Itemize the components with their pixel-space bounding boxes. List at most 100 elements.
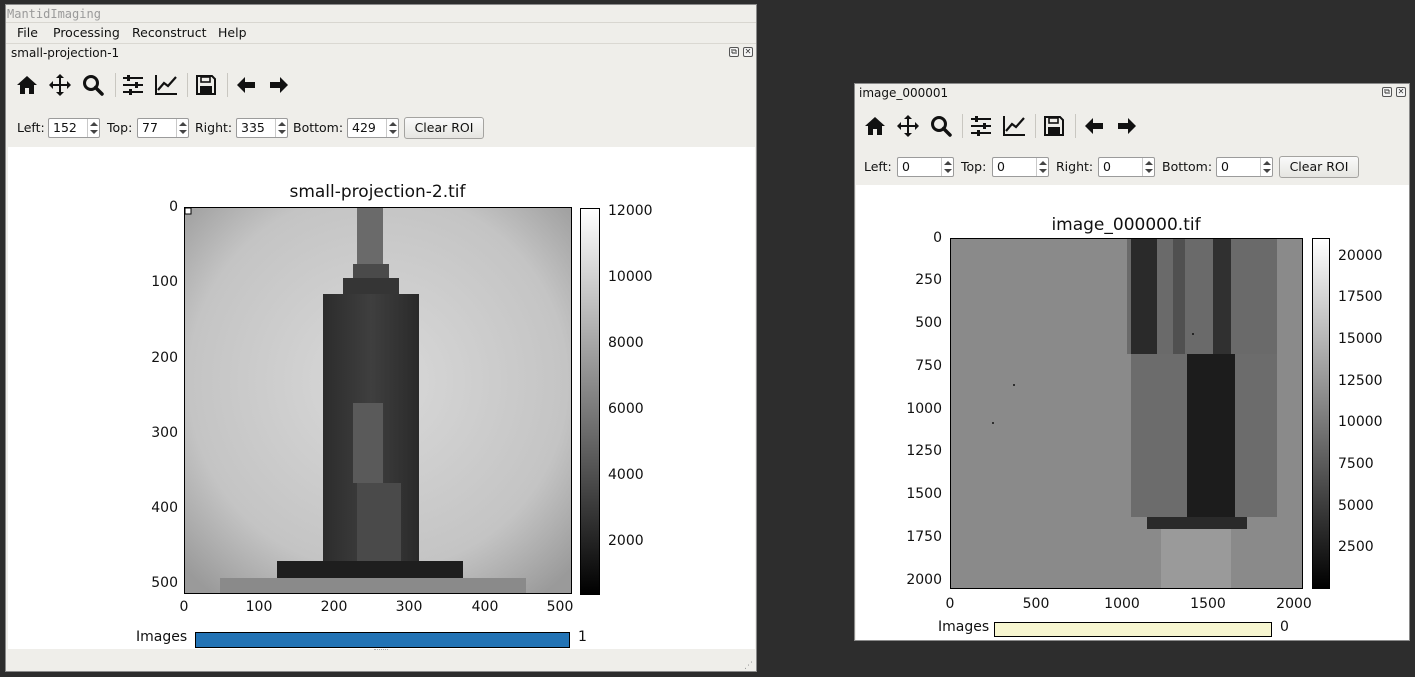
dock-float-icon[interactable]: ⧉: [1382, 87, 1392, 97]
menu-file[interactable]: File: [17, 24, 38, 44]
edit-axis-icon[interactable]: [1000, 112, 1028, 140]
plot-canvas[interactable]: image_000000.tif 0 250 500 750 1000 1250…: [856, 185, 1409, 640]
roi-bottom-spinbox[interactable]: 429: [347, 118, 399, 138]
y-tick-label: 0: [169, 199, 178, 215]
toolbar-separator: [115, 73, 116, 97]
toolbar-separator: [962, 114, 963, 138]
menu-help[interactable]: Help: [218, 24, 247, 44]
clear-roi-button[interactable]: Clear ROI: [404, 117, 484, 139]
projection-image[interactable]: [950, 238, 1303, 589]
x-tick-label: 1000: [1104, 596, 1140, 612]
x-tick-label: 300: [395, 599, 423, 615]
roi-right-label: Right:: [195, 120, 233, 135]
roi-top-label: Top:: [107, 120, 133, 135]
x-tick-label: 0: [945, 596, 955, 612]
y-tick-label: 200: [151, 350, 178, 366]
colorbar-tick-label: 5000: [1338, 498, 1374, 514]
configure-subplots-icon[interactable]: [967, 112, 995, 140]
roi-left-label: Left:: [17, 120, 45, 135]
x-tick-label: 2000: [1276, 596, 1312, 612]
projection-image-render: [951, 239, 1302, 588]
configure-subplots-icon[interactable]: [119, 71, 147, 99]
roi-top-value: 0: [997, 159, 1005, 174]
save-icon[interactable]: [1040, 112, 1068, 140]
images-slider-value: 1: [578, 629, 587, 645]
zoom-icon[interactable]: [79, 71, 107, 99]
back-icon[interactable]: [1080, 112, 1108, 140]
roi-top-spinbox[interactable]: 0: [992, 157, 1049, 177]
colorbar-tick-label: 8000: [608, 335, 644, 351]
y-tick-label: 2000: [906, 572, 942, 588]
forward-icon[interactable]: [265, 71, 293, 99]
dock-float-icon[interactable]: ⧉: [729, 47, 739, 57]
forward-icon[interactable]: [1113, 112, 1141, 140]
colorbar-tick-label: 10000: [608, 269, 653, 285]
colorbar: [580, 208, 600, 595]
zoom-icon[interactable]: [927, 112, 955, 140]
dock-close-icon[interactable]: ✕: [743, 47, 753, 57]
x-tick-label: 400: [471, 599, 499, 615]
colorbar-tick-label: 15000: [1338, 331, 1383, 347]
images-slider-fill: [196, 633, 569, 647]
toolbar-separator: [1075, 114, 1076, 138]
menu-reconstruct[interactable]: Reconstruct: [132, 24, 207, 44]
colorbar: [1312, 238, 1330, 589]
back-icon[interactable]: [232, 71, 260, 99]
colorbar-tick-label: 2000: [608, 533, 644, 549]
plot-title: image_000000.tif: [1051, 215, 1201, 235]
x-tick-label: 500: [546, 599, 574, 615]
y-tick-label: 1750: [906, 529, 942, 545]
splitter-handle[interactable]: [374, 649, 388, 652]
roi-top-value: 77: [142, 120, 158, 135]
edit-axis-icon[interactable]: [152, 71, 180, 99]
roi-top-spinbox[interactable]: 77: [137, 118, 189, 138]
dock-title-stack-2: image_000001: [859, 86, 949, 100]
x-tick-label: 200: [320, 599, 348, 615]
projection-image[interactable]: [184, 207, 572, 594]
images-slider[interactable]: [195, 632, 570, 648]
x-tick-label: 1500: [1190, 596, 1226, 612]
roi-right-value: 335: [241, 120, 265, 135]
roi-bottom-value: 0: [1221, 159, 1229, 174]
roi-bottom-label: Bottom:: [293, 120, 344, 135]
y-tick-label: 500: [151, 575, 178, 591]
size-grip-icon[interactable]: ⋰: [744, 661, 754, 671]
images-slider-fill: [995, 623, 1271, 636]
plot-canvas[interactable]: small-projection-2.tif 0 100 200 300 400…: [8, 147, 755, 649]
y-tick-label: 300: [151, 425, 178, 441]
colorbar-tick-label: 17500: [1338, 289, 1383, 305]
roi-bottom-spinbox[interactable]: 0: [1216, 157, 1273, 177]
save-icon[interactable]: [192, 71, 220, 99]
pan-icon[interactable]: [46, 71, 74, 99]
roi-right-spinbox[interactable]: 0: [1098, 157, 1155, 177]
roi-left-spinbox[interactable]: 0: [897, 157, 954, 177]
roi-left-value: 152: [53, 120, 77, 135]
clear-roi-button[interactable]: Clear ROI: [1279, 156, 1359, 178]
roi-right-label: Right:: [1056, 159, 1094, 174]
y-tick-label: 1000: [906, 401, 942, 417]
roi-left-label: Left:: [864, 159, 892, 174]
dock-title-stack-1: small-projection-1: [11, 46, 120, 60]
y-tick-label: 100: [151, 274, 178, 290]
main-window: MantidImaging File Processing Reconstruc…: [5, 4, 757, 672]
roi-bottom-label: Bottom:: [1162, 159, 1213, 174]
home-icon[interactable]: [861, 112, 889, 140]
home-icon[interactable]: [13, 71, 41, 99]
roi-bottom-value: 429: [352, 120, 376, 135]
roi-right-spinbox[interactable]: 335: [236, 118, 288, 138]
roi-left-value: 0: [902, 159, 910, 174]
pan-icon[interactable]: [894, 112, 922, 140]
dock-close-icon[interactable]: ✕: [1396, 87, 1406, 97]
roi-right-value: 0: [1103, 159, 1111, 174]
roi-left-spinbox[interactable]: 152: [48, 118, 100, 138]
colorbar-tick-label: 7500: [1338, 456, 1374, 472]
y-tick-label: 400: [151, 500, 178, 516]
colorbar-tick-label: 4000: [608, 467, 644, 483]
y-tick-label: 1250: [906, 443, 942, 459]
colorbar-tick-label: 6000: [608, 401, 644, 417]
images-slider[interactable]: [994, 622, 1272, 637]
toolbar-separator: [187, 73, 188, 97]
y-tick-label: 750: [915, 358, 942, 374]
menu-processing[interactable]: Processing: [53, 24, 120, 44]
x-tick-label: 0: [179, 599, 189, 615]
